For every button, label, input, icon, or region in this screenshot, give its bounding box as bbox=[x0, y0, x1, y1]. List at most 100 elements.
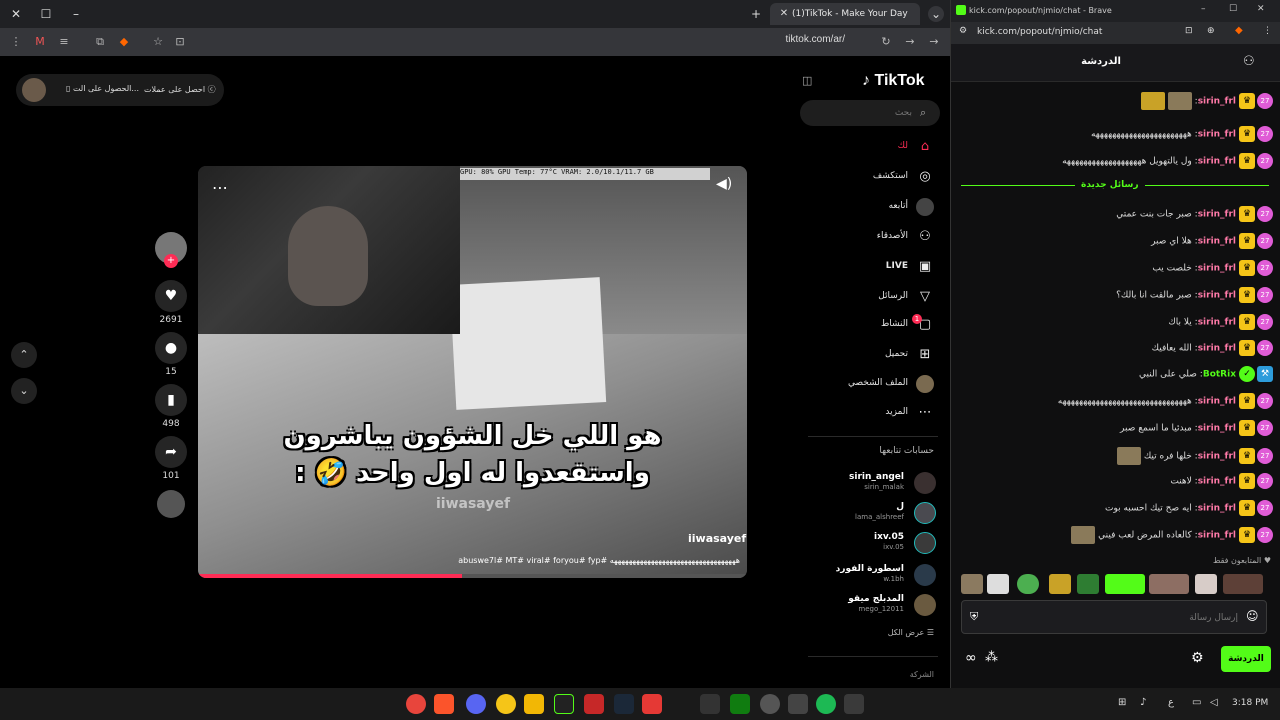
following-account[interactable]: ل lama_alshreef bbox=[800, 502, 936, 526]
settings-gear-icon[interactable]: ⚙ bbox=[1191, 650, 1204, 666]
nav-profile[interactable]: الملف الشخصي bbox=[790, 373, 940, 397]
media-icon[interactable]: ≡ bbox=[56, 34, 72, 50]
follow-plus-icon[interactable]: + bbox=[164, 254, 178, 268]
chat-message[interactable]: 27♛sirin_frl: كالعاده المرض لعب فيني bbox=[961, 526, 1273, 548]
chat-username[interactable]: sirin_frl bbox=[1198, 344, 1236, 354]
video-player[interactable]: GPU: 80% GPU Temp: 77°C VRAM: 2.0/10.1/1… bbox=[198, 166, 747, 578]
previous-video-button[interactable]: ⌃ bbox=[11, 342, 37, 368]
site-info-icon[interactable]: ⚙ bbox=[959, 26, 967, 36]
spotify-icon[interactable] bbox=[816, 694, 836, 714]
following-account[interactable]: اسطورة الفورد w.1bh bbox=[800, 564, 936, 588]
address-bar[interactable]: ⚙ kick.com/popout/njmio/chat ⊡ ⊕ ◆ ⋮ bbox=[951, 22, 1280, 44]
nav-messages[interactable]: الرسائل ▽ bbox=[790, 286, 940, 310]
search-input[interactable]: بحث bbox=[800, 100, 940, 126]
nav-live[interactable]: LIVE ▣ bbox=[790, 256, 940, 280]
share-icon[interactable]: ➦ bbox=[155, 436, 187, 468]
emote[interactable] bbox=[1105, 574, 1145, 594]
address-bar[interactable]: tiktok.com/ar/ bbox=[700, 34, 845, 50]
microphone-icon[interactable]: ♪ bbox=[1140, 697, 1146, 708]
kick-app-icon[interactable] bbox=[554, 694, 574, 714]
language-indicator[interactable]: ع bbox=[1168, 697, 1174, 708]
new-tab-icon[interactable]: + bbox=[748, 6, 764, 22]
chat-message[interactable]: 27♛sirin_frl: الله يعافيك bbox=[961, 340, 1273, 362]
comment-icon[interactable]: ● bbox=[155, 332, 187, 364]
maximize-icon[interactable]: ☐ bbox=[1229, 4, 1237, 14]
emote[interactable] bbox=[1049, 574, 1071, 594]
volume-icon[interactable]: ◀) bbox=[716, 176, 732, 192]
video-more-icon[interactable]: ⋯ bbox=[212, 178, 228, 197]
get-coins-link[interactable]: احصل على عملات ⓒ bbox=[144, 84, 216, 95]
network-icon[interactable]: ▭ bbox=[1192, 697, 1201, 708]
like-icon[interactable]: ♥ bbox=[155, 280, 187, 312]
chat-message[interactable]: 27♛sirin_frl: هههههههههههههههههههههههههه… bbox=[961, 393, 1273, 415]
menu-icon[interactable]: ⋮ bbox=[8, 34, 24, 50]
tray-apps-icon[interactable]: ⊞ bbox=[1118, 697, 1126, 708]
url-text[interactable]: kick.com/popout/njmio/chat bbox=[977, 27, 1102, 37]
brave-shield-icon[interactable]: ◆ bbox=[1235, 25, 1243, 36]
chat-username[interactable]: sirin_frl bbox=[1198, 130, 1236, 140]
emote[interactable] bbox=[961, 574, 983, 594]
brave-icon[interactable] bbox=[434, 694, 454, 714]
reload-icon[interactable]: ↻ bbox=[878, 34, 894, 50]
nav-more[interactable]: المزيد ⋯ bbox=[790, 402, 940, 426]
chat-message[interactable]: 27♛sirin_frl: خلها فره تيك bbox=[961, 447, 1273, 469]
chat-message[interactable]: 27♛sirin_frl: خلصت يب bbox=[961, 260, 1273, 282]
chat-username[interactable]: sirin_frl bbox=[1198, 424, 1236, 434]
emote[interactable] bbox=[1223, 574, 1263, 594]
following-account[interactable]: ixv.05 ixv.05 bbox=[800, 532, 936, 556]
users-icon[interactable]: ⚇ bbox=[1243, 54, 1255, 69]
chrome-icon[interactable] bbox=[406, 694, 426, 714]
maximize-icon[interactable]: ☐ bbox=[38, 6, 54, 22]
close-window-icon[interactable]: ✕ bbox=[1257, 4, 1265, 14]
file-explorer-icon[interactable] bbox=[524, 694, 544, 714]
extensions-icon[interactable]: ⧉ bbox=[92, 34, 108, 50]
emote[interactable] bbox=[1195, 574, 1217, 594]
chat-username[interactable]: sirin_frl bbox=[1198, 210, 1236, 220]
chat-username[interactable]: sirin_frl bbox=[1198, 477, 1236, 487]
following-account[interactable]: المدبلج ميقو mego_12011 bbox=[800, 594, 936, 618]
company-link[interactable]: الشركة bbox=[800, 670, 934, 679]
emote-picker-icon[interactable]: ⁂ bbox=[985, 650, 998, 665]
chat-message-list[interactable]: 27♛sirin_frl: 27♛sirin_frl: هههههههههههه… bbox=[961, 82, 1273, 550]
chat-username[interactable]: sirin_frl bbox=[1198, 291, 1236, 301]
chat-message[interactable]: 27♛sirin_frl: ايه صح تيك احسبه بوت bbox=[961, 500, 1273, 522]
chat-username[interactable]: sirin_frl bbox=[1198, 157, 1236, 167]
get-app-link[interactable]: ▯ الحصول على الت... bbox=[66, 84, 139, 93]
avatar[interactable] bbox=[22, 78, 46, 102]
tab-search-icon[interactable]: ⌄ bbox=[928, 6, 944, 22]
menu-icon[interactable]: ⋮ bbox=[1263, 26, 1272, 36]
see-all-link[interactable]: عرض الكل ☰ bbox=[800, 628, 934, 637]
chat-message[interactable]: 27♛sirin_frl: صبر مالقت انا بالك؟ bbox=[961, 287, 1273, 309]
app-icon[interactable] bbox=[844, 694, 864, 714]
bookmark-star-icon[interactable]: ☆ bbox=[150, 34, 166, 50]
app-icon[interactable] bbox=[584, 694, 604, 714]
volume-icon[interactable]: ◁ bbox=[1210, 697, 1218, 708]
translate-icon[interactable]: ⊡ bbox=[1185, 26, 1193, 36]
nav-upload[interactable]: تحميل ⊞ bbox=[790, 344, 940, 368]
emote[interactable] bbox=[987, 574, 1009, 594]
chat-message[interactable]: 27♛sirin_frl: bbox=[961, 92, 1273, 114]
xbox-icon[interactable] bbox=[730, 694, 750, 714]
nav-for-you[interactable]: لك ⌂ bbox=[790, 136, 940, 160]
app-icon[interactable] bbox=[788, 694, 808, 714]
back-icon[interactable]: → bbox=[926, 34, 942, 50]
nav-activity[interactable]: النشاط ▢ 1 bbox=[790, 314, 940, 338]
chat-input-box[interactable]: ⛨ ☺ bbox=[961, 600, 1267, 634]
zoom-icon[interactable]: ⊕ bbox=[1207, 26, 1215, 36]
gmail-icon[interactable]: M bbox=[32, 34, 48, 50]
close-window-icon[interactable]: ✕ bbox=[8, 6, 24, 22]
install-app-icon[interactable]: ⊡ bbox=[172, 34, 188, 50]
emote[interactable] bbox=[1149, 574, 1189, 594]
chat-username[interactable]: sirin_frl bbox=[1198, 318, 1236, 328]
emoji-icon[interactable]: ☺ bbox=[1246, 609, 1259, 623]
nav-following[interactable]: أتابعه bbox=[790, 196, 940, 220]
steam-icon[interactable] bbox=[614, 694, 634, 714]
clock[interactable]: 3:18 PM bbox=[1232, 698, 1268, 708]
chat-message[interactable]: 27♛sirin_frl: لاهنت bbox=[961, 473, 1273, 495]
chat-username[interactable]: sirin_frl bbox=[1198, 452, 1236, 462]
chat-message[interactable]: 27♛sirin_frl: يلا باك bbox=[961, 314, 1273, 336]
video-author[interactable]: iiwasayef bbox=[688, 532, 746, 545]
chat-message[interactable]: ⚒✓BotRix: صلي على النبي bbox=[961, 366, 1273, 388]
bookmark-icon[interactable]: ▮ bbox=[155, 384, 187, 416]
search-icon[interactable]: ⌕ bbox=[920, 106, 926, 120]
